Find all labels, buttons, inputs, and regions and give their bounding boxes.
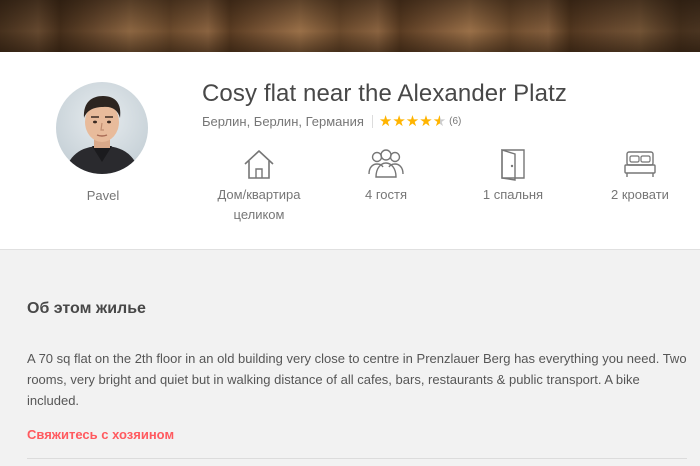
contact-host-link[interactable]: Свяжитесь с хозяином: [27, 427, 174, 442]
star-icon: ★: [378, 113, 393, 130]
bed-icon: [624, 151, 656, 177]
rating-stars[interactable]: ★ ★ ★ ★ ★: [379, 114, 446, 129]
host-photo-icon: [64, 96, 140, 174]
star-icon: ★: [392, 113, 406, 130]
host-name[interactable]: Pavel: [56, 188, 150, 203]
divider: [371, 115, 373, 128]
door-icon: [501, 149, 525, 181]
feature-label: 1 спальня: [482, 187, 544, 202]
about-description: A 70 sq flat on the 2th floor in an old …: [27, 351, 687, 408]
host-avatar[interactable]: [56, 82, 148, 174]
review-count[interactable]: (6): [449, 116, 461, 127]
feature-beds: 2 кровати: [580, 147, 700, 205]
host-block: Pavel: [56, 82, 150, 203]
about-heading: Об этом жилье: [27, 300, 146, 317]
section-divider: [27, 458, 687, 459]
feature-guests: 4 гостя: [326, 147, 446, 205]
house-icon: [244, 150, 274, 179]
listing-title: Cosy flat near the Alexander Platz: [202, 80, 567, 107]
about-section: Об этом жилье A 70 sq flat on the 2th fl…: [27, 300, 687, 444]
feature-bedrooms: 1 спальня: [453, 147, 573, 205]
feature-label: 4 гостя: [364, 187, 408, 202]
listing-location[interactable]: Берлин, Берлин, Германия: [202, 114, 364, 129]
star-icon: ★: [405, 113, 420, 130]
listing-cover-photo[interactable]: [0, 0, 700, 52]
guests-icon: [368, 149, 404, 178]
listing-summary: Pavel Cosy flat near the Alexander Platz…: [0, 52, 700, 250]
star-icon: ★: [419, 113, 433, 130]
feature-label: Дом/квартира целиком: [217, 187, 301, 222]
feature-property-type: Дом/квартира целиком: [199, 147, 319, 225]
feature-label: 2 кровати: [611, 187, 669, 202]
location-rating-row: Берлин, Берлин, Германия ★ ★ ★ ★ ★ (6): [202, 114, 461, 129]
half-star-icon: ★: [432, 113, 447, 130]
